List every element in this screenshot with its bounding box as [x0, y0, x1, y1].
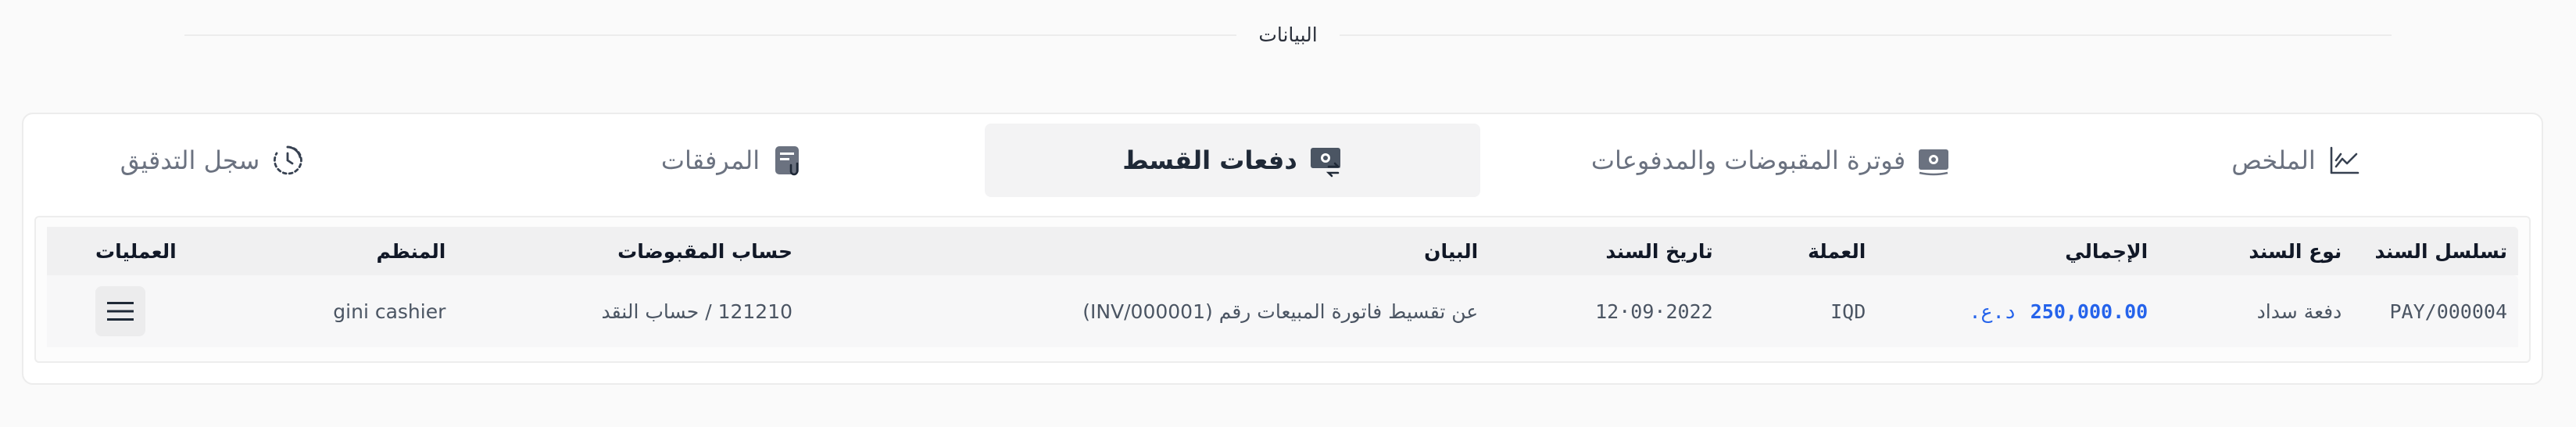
cell-serial: PAY/000004: [2352, 275, 2518, 347]
hamburger-menu-icon: [107, 302, 134, 321]
tab-installment-payments-label: دفعات القسط: [1122, 145, 1297, 175]
cell-organizer: gini cashier: [244, 275, 457, 347]
section-divider: البيانات: [184, 17, 2392, 52]
tab-attachments[interactable]: المرفقات: [538, 124, 928, 197]
table-row[interactable]: PAY/000004 دفعة سداد 250,000.00د.ع. IQD …: [47, 275, 2518, 347]
header-organizer[interactable]: المنظم: [244, 227, 456, 275]
tab-bar: الملخص فوترة المقبوضات والمدفوعات دفعات …: [23, 124, 2542, 199]
header-serial[interactable]: تسلسل السند: [2352, 227, 2518, 275]
section-title: البيانات: [1236, 23, 1340, 46]
chart-line-icon: [2327, 143, 2361, 178]
total-currency-symbol: د.ع.: [1969, 300, 2016, 323]
cell-operations: [47, 275, 245, 347]
file-attachment-icon: [771, 143, 805, 178]
tab-summary-label: الملخص: [2231, 145, 2316, 175]
money-exchange-icon: [1308, 143, 1343, 178]
payments-table: تسلسل السند نوع السند الإجمالي العملة تا…: [47, 227, 2518, 347]
cell-total: 250,000.00 د.ع.: [1877, 275, 2159, 347]
money-bill-icon: [1916, 143, 1951, 178]
header-currency[interactable]: العملة: [1724, 227, 1877, 275]
header-date[interactable]: تاريخ السند: [1489, 227, 1723, 275]
payments-table-container: تسلسل السند نوع السند الإجمالي العملة تا…: [34, 216, 2531, 363]
tab-summary[interactable]: الملخص: [2062, 124, 2531, 197]
cell-account: 121210 / حساب النقد: [456, 275, 804, 347]
history-clock-icon: [270, 143, 305, 178]
tab-billing-label: فوترة المقبوضات والمدفوعات: [1590, 145, 1906, 175]
tab-audit-log[interactable]: سجل التدقيق: [25, 124, 400, 197]
tab-installment-payments[interactable]: دفعات القسط: [985, 124, 1480, 197]
cell-type: دفعة سداد: [2159, 275, 2353, 347]
header-operations: العمليات: [95, 239, 177, 263]
tab-attachments-label: المرفقات: [660, 145, 760, 175]
total-amount: 250,000.00: [2030, 300, 2148, 323]
table-header-row: تسلسل السند نوع السند الإجمالي العملة تا…: [47, 227, 2518, 275]
cell-date: 2022·09·12: [1489, 275, 1724, 347]
tab-audit-log-label: سجل التدقيق: [120, 145, 260, 175]
header-total[interactable]: الإجمالي: [1877, 227, 2159, 275]
details-card: الملخص فوترة المقبوضات والمدفوعات دفعات …: [22, 113, 2543, 385]
header-account[interactable]: حساب المقبوضات: [456, 227, 803, 275]
cell-statement: عن تقسيط فاتورة المبيعات رقم (INV/000001…: [803, 275, 1490, 347]
cell-currency: IQD: [1723, 275, 1877, 347]
row-actions-menu-button[interactable]: [95, 286, 145, 336]
header-statement[interactable]: البيان: [803, 227, 1489, 275]
header-type[interactable]: نوع السند: [2159, 227, 2352, 275]
tab-billing[interactable]: فوترة المقبوضات والمدفوعات: [1537, 124, 2005, 197]
